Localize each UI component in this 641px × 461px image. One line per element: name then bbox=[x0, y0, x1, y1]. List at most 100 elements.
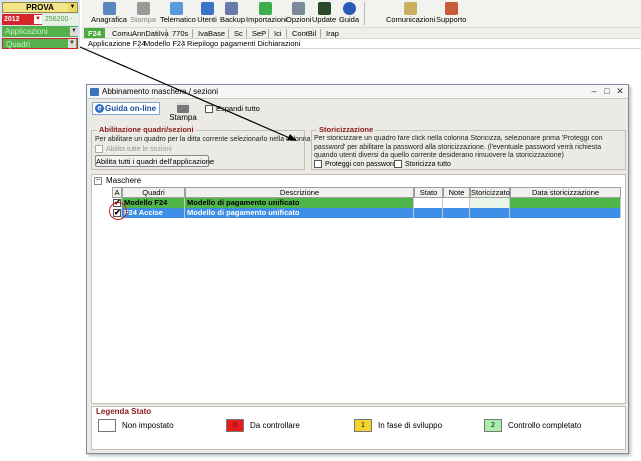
tools-icon bbox=[291, 2, 305, 15]
toolbar-button-anagrafica[interactable]: Anagrafica bbox=[90, 1, 128, 26]
window-icon bbox=[90, 88, 99, 96]
minimize-icon[interactable]: – bbox=[588, 86, 600, 97]
table-row[interactable]: Modello F24 Modello di pagamento unifica… bbox=[112, 198, 621, 208]
users-icon bbox=[200, 2, 214, 15]
column-header-descrizione[interactable]: Descrizione bbox=[185, 187, 414, 198]
highlight-circle bbox=[109, 202, 127, 220]
toolbar-button-backup[interactable]: Backup bbox=[220, 1, 245, 26]
menu-divider bbox=[268, 29, 269, 38]
section-selector[interactable]: Quadri ▼ bbox=[2, 38, 78, 49]
guida-online-button[interactable]: e Guida on-line bbox=[92, 102, 160, 115]
application-selector-label: Applicazioni bbox=[5, 27, 48, 36]
menu-divider bbox=[286, 29, 287, 38]
collapse-icon[interactable]: − bbox=[94, 177, 102, 185]
quadro-cell: Modello F24 bbox=[122, 198, 185, 208]
application-selector[interactable]: Applicazioni ▼ bbox=[2, 26, 78, 37]
abilita-sezioni-label: Abilita tutte le sezioni bbox=[106, 146, 172, 153]
company-code-field[interactable]: 256200 - bbox=[43, 14, 79, 25]
backup-icon bbox=[224, 2, 238, 15]
storicizza-tutto-checkbox[interactable]: Storicizza tutto bbox=[394, 160, 451, 169]
company-selector[interactable]: PROVA ▼ bbox=[2, 2, 78, 13]
section-selector-label: Quadri bbox=[6, 40, 31, 49]
abilitazione-title: Abilitazione quadri/sezioni bbox=[97, 125, 196, 135]
proteggi-password-checkbox[interactable]: Proteggi con password bbox=[314, 160, 396, 169]
dialog-title: Abbinamento maschere / sezioni bbox=[102, 87, 219, 96]
year-selector[interactable]: 2012 ▼ bbox=[2, 14, 42, 25]
menu-divider bbox=[320, 29, 321, 38]
maximize-icon[interactable]: □ bbox=[601, 86, 613, 97]
storicizzazione-text: Per storicizzare un quadro fare click ne… bbox=[314, 135, 603, 159]
storicizzato-cell[interactable] bbox=[470, 208, 510, 218]
main-toolbar: Anagrafica Stampa Telematico Utenti Back… bbox=[82, 0, 641, 27]
help-icon bbox=[342, 2, 356, 15]
toolbar-button-opzioni[interactable]: Opzioni bbox=[286, 1, 311, 26]
toolbar-button-supporto[interactable]: Supporto bbox=[436, 1, 466, 26]
update-icon bbox=[317, 2, 331, 15]
company-code-value: 256200 bbox=[45, 16, 69, 23]
toolbar-button-importazioni[interactable]: Importazioni bbox=[246, 1, 287, 26]
note-cell[interactable] bbox=[443, 208, 470, 218]
note-cell[interactable] bbox=[443, 198, 470, 208]
chevron-down-icon[interactable]: ▼ bbox=[34, 15, 42, 24]
toolbar-button-update[interactable]: Update bbox=[312, 1, 336, 26]
checkbox-box[interactable] bbox=[95, 145, 103, 154]
legend-label-non-impostato: Non impostato bbox=[122, 421, 174, 430]
menu-divider bbox=[246, 29, 247, 38]
legenda-title: Legenda Stato bbox=[96, 407, 152, 416]
chevron-down-icon[interactable]: ▼ bbox=[70, 27, 78, 36]
toolbar-label: Utenti bbox=[197, 15, 217, 24]
toolbar-button-utenti[interactable]: Utenti bbox=[196, 1, 218, 26]
espandi-tutto-checkbox[interactable]: Espandi tutto bbox=[205, 104, 260, 114]
close-icon[interactable]: ✕ bbox=[614, 86, 626, 97]
toolbar-button-guida[interactable]: Guida bbox=[338, 1, 360, 26]
toolbar-button-stampa[interactable]: Stampa bbox=[130, 1, 156, 26]
storicizzazione-group: Storicizzazione Per storicizzare un quad… bbox=[311, 125, 626, 170]
legend-label-completato: Controllo completato bbox=[508, 421, 582, 430]
espandi-tutto-label: Espandi tutto bbox=[216, 104, 260, 113]
dialog-titlebar: Abbinamento maschere / sezioni – □ ✕ bbox=[87, 85, 628, 99]
checkbox-box[interactable] bbox=[394, 160, 402, 169]
support-icon bbox=[444, 2, 458, 15]
dialog-abbinamento: Abbinamento maschere / sezioni – □ ✕ e G… bbox=[86, 84, 629, 454]
storicizzato-cell[interactable] bbox=[470, 198, 510, 208]
legend-swatch-in-sviluppo: 1 bbox=[354, 419, 372, 432]
abilitazione-text: Per abilitare un quadro per la ditta cor… bbox=[95, 136, 311, 143]
toolbar-label: Comunicazioni bbox=[386, 15, 436, 24]
toolbar-button-telematico[interactable]: Telematico bbox=[160, 1, 196, 26]
checkbox-box[interactable] bbox=[205, 105, 213, 114]
abilita-sezioni-checkbox[interactable]: Abilita tutte le sezioni bbox=[95, 145, 172, 154]
stato-cell[interactable] bbox=[414, 208, 443, 218]
toolbar-label: Update bbox=[312, 15, 337, 24]
column-header-a[interactable]: A bbox=[112, 187, 122, 198]
toolbar-button-comunicazioni[interactable]: Comunicazioni bbox=[386, 1, 436, 26]
checkbox-box[interactable] bbox=[314, 160, 322, 169]
descrizione-cell: Modello di pagamento unificato bbox=[185, 198, 414, 208]
module-menu: F24 ComuAnnDatiIva 770s IvaBase Sc SeP I… bbox=[82, 27, 641, 39]
toolbar-label: Anagrafica bbox=[91, 15, 127, 24]
browser-icon: e bbox=[95, 104, 104, 113]
stampa-button[interactable]: Stampa bbox=[167, 101, 199, 125]
legend-swatch-non-impostato bbox=[98, 419, 116, 432]
column-header-quadri[interactable]: Quadri bbox=[122, 187, 185, 198]
column-header-storicizzato[interactable]: Storicizzato bbox=[470, 187, 510, 198]
toolbar-label: Stampa bbox=[130, 15, 156, 24]
column-header-data[interactable]: Data storicizzazione bbox=[510, 187, 621, 198]
submenu-riepilogo-pagamenti[interactable]: Riepilogo pagamenti Dichiarazioni bbox=[183, 39, 304, 49]
column-header-stato[interactable]: Stato bbox=[414, 187, 443, 198]
column-header-note[interactable]: Note bbox=[443, 187, 470, 198]
legend-label-da-controllare: Da controllare bbox=[250, 421, 300, 430]
data-cell bbox=[510, 198, 621, 208]
guida-online-label: Guida on-line bbox=[105, 104, 157, 113]
stato-cell[interactable] bbox=[414, 198, 443, 208]
toolbar-label: Importazioni bbox=[246, 15, 287, 24]
abilita-tutti-button[interactable]: Abilita tutti i quadri dell'applicazione bbox=[95, 155, 214, 167]
proteggi-password-label: Proteggi con password bbox=[325, 161, 397, 168]
quadro-cell: F24 Accise bbox=[122, 208, 185, 218]
chevron-down-icon[interactable]: ▼ bbox=[68, 3, 77, 12]
table-row[interactable]: F24 Accise Modello di pagamento unificat… bbox=[112, 208, 621, 218]
company-panel: PROVA ▼ 2012 ▼ 256200 - Applicazioni ▼ Q… bbox=[0, 0, 80, 49]
chevron-down-icon[interactable]: ▼ bbox=[68, 39, 76, 48]
telematico-icon bbox=[169, 2, 183, 15]
printer-icon bbox=[177, 102, 189, 113]
toolbar-label: Guida bbox=[338, 15, 359, 24]
